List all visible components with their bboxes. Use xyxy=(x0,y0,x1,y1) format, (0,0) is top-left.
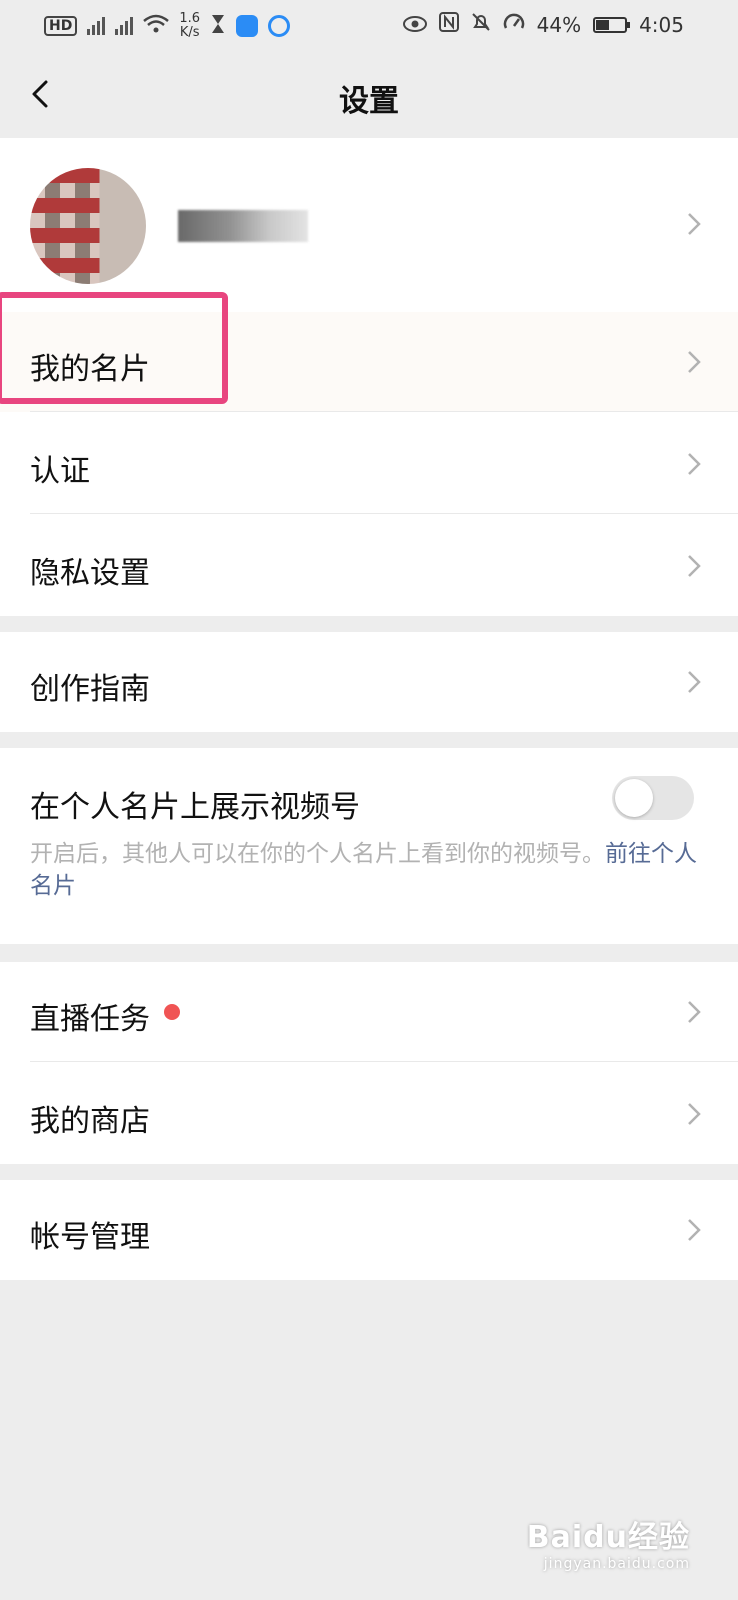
battery-percent: 44% xyxy=(536,12,582,37)
chevron-right-icon xyxy=(684,450,704,478)
menu-item-verify[interactable]: 认证 xyxy=(0,412,738,514)
hd-voice-icon: HD xyxy=(44,16,78,36)
menu-item-label: 直播任务 xyxy=(30,1002,150,1037)
status-bar: HD 1.6 K/s 44% 4:05 xyxy=(0,0,738,50)
signal-icon xyxy=(87,17,106,35)
setting-description: 开启后，其他人可以在你的个人名片上看到你的视频号。前往个人名片 xyxy=(30,841,697,899)
chevron-right-icon xyxy=(684,1216,704,1244)
avatar xyxy=(30,168,146,284)
setting-label: 在个人名片上展示视频号 xyxy=(30,790,360,825)
menu-item-my-store[interactable]: 我的商店 xyxy=(0,1062,738,1164)
wifi-icon xyxy=(143,14,170,39)
menu-item-label: 我的商店 xyxy=(30,1104,150,1139)
profile-row[interactable] xyxy=(0,138,738,312)
toggle-knob xyxy=(615,779,653,817)
show-channel-toggle[interactable] xyxy=(612,776,694,820)
hourglass-icon xyxy=(210,14,226,39)
4g-signal-icon xyxy=(115,17,134,35)
menu-item-label: 创作指南 xyxy=(30,672,150,707)
mute-bell-icon xyxy=(471,12,491,37)
menu-item-account[interactable]: 帐号管理 xyxy=(0,1180,738,1280)
chevron-right-icon xyxy=(684,1100,704,1128)
chevron-right-icon xyxy=(684,210,704,238)
app-notification-icon xyxy=(236,15,259,37)
menu-item-privacy[interactable]: 隐私设置 xyxy=(0,514,738,616)
battery-icon xyxy=(593,16,631,33)
annotation-highlight-box xyxy=(0,292,228,404)
eye-icon xyxy=(402,13,427,37)
app-notification-icon-2 xyxy=(268,15,291,37)
page-title: 设置 xyxy=(339,84,399,119)
chevron-right-icon xyxy=(684,998,704,1026)
speedometer-icon xyxy=(503,12,525,37)
menu-item-creator-guide[interactable]: 创作指南 xyxy=(0,632,738,732)
chevron-right-icon xyxy=(684,348,704,376)
menu-item-label: 隐私设置 xyxy=(30,556,150,591)
chevron-right-icon xyxy=(684,552,704,580)
baidu-watermark: Baidu经验 jingyan.baidu.com xyxy=(526,1520,690,1572)
menu-item-label: 认证 xyxy=(30,454,90,489)
menu-item-live-tasks[interactable]: 直播任务 xyxy=(0,962,738,1062)
net-speed: 1.6 K/s xyxy=(179,11,201,40)
blurred-username xyxy=(178,210,308,242)
red-dot-badge xyxy=(164,1004,180,1020)
nfc-icon xyxy=(438,12,459,37)
clock: 4:05 xyxy=(639,12,684,37)
chevron-right-icon xyxy=(684,668,704,696)
show-channel-setting: 在个人名片上展示视频号 开启后，其他人可以在你的个人名片上看到你的视频号。前往个… xyxy=(0,748,738,944)
nav-bar: 设置 xyxy=(0,50,738,138)
menu-item-label: 帐号管理 xyxy=(30,1220,150,1255)
